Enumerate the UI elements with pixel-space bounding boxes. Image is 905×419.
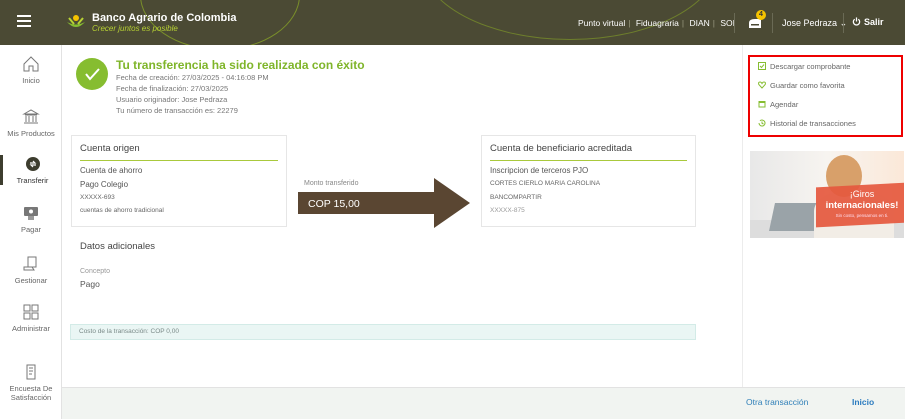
beneficiary-number: XXXXX-875 — [490, 207, 525, 214]
survey-icon — [26, 364, 36, 380]
grid-icon — [23, 304, 39, 320]
manage-icon — [23, 256, 37, 271]
creation-date: Fecha de creación: 27/03/2025 - 04:16:08… — [116, 73, 269, 82]
brand-name: Banco Agrario de Colombia — [92, 12, 237, 24]
success-check-icon — [76, 58, 108, 90]
sidebar-item-transferir[interactable]: Transferir — [0, 155, 62, 185]
divider — [772, 13, 773, 33]
promo-line1: ¡Giros — [849, 189, 875, 199]
beneficiary-account-card: Cuenta de beneficiario acreditada Inscri… — [481, 135, 696, 227]
link-soi[interactable]: SOI — [720, 18, 735, 28]
menu-icon[interactable] — [17, 15, 31, 27]
bank-icon — [22, 109, 40, 124]
home-icon — [23, 56, 39, 72]
divider — [734, 13, 735, 33]
sidebar-item-label: Inicio — [22, 76, 40, 85]
account-number: XXXXX-693 — [80, 194, 115, 201]
sidebar-item-label: Encuesta De Satisfacción — [9, 384, 53, 402]
promo-line2: internacionales! — [825, 200, 899, 211]
account-product: cuentas de ahorro tradicional — [80, 207, 164, 214]
sidebar-item-label: Mis Productos — [7, 129, 55, 138]
action-label: Historial de transacciones — [770, 119, 856, 128]
amount-value: COP 15,00 — [308, 198, 360, 210]
user-name: Jose Pedraza — [782, 18, 838, 28]
sidebar-item-label: Pagar — [20, 225, 41, 234]
top-header: Banco Agrario de Colombia Crecer juntos … — [0, 0, 905, 45]
beneficiary-name: CORTES CIERLO MARIA CAROLINA — [490, 180, 601, 187]
right-panel: Descargar comprobante Guardar como favor… — [742, 45, 905, 387]
sidebar-item-gestionar[interactable]: Gestionar — [0, 255, 62, 285]
transaction-cost: Costo de la transacción: COP 0,00 — [70, 324, 696, 340]
link-fiduagraria[interactable]: Fiduagraria — [636, 18, 679, 28]
history-icon — [758, 119, 766, 127]
other-transaction-button[interactable]: Otra transacción — [746, 397, 808, 407]
finish-date: Fecha de finalización: 27/03/2025 — [116, 84, 229, 93]
pay-icon — [24, 207, 38, 220]
additional-data-title: Datos adicionales — [80, 241, 155, 252]
link-dian[interactable]: DIAN — [689, 18, 709, 28]
sidebar: Inicio Mis Productos Transferir Pagar Ge… — [0, 45, 62, 419]
transaction-number: Tu número de transacción es: 22279 — [116, 106, 238, 115]
promo-line3: Sin costo, pensamos en ti. — [835, 213, 889, 218]
download-receipt-button[interactable]: Descargar comprobante — [758, 62, 850, 71]
sidebar-item-label: Gestionar — [14, 276, 48, 285]
action-label: Agendar — [770, 100, 799, 109]
logout-label: Salir — [864, 17, 884, 27]
brand-slogan: Crecer juntos es posible — [92, 24, 178, 33]
divider — [80, 160, 278, 161]
originator: Usuario originador: Jose Pedraza — [116, 95, 228, 104]
promo-banner[interactable]: ¡Giros internacionales! Sin costo, pensa… — [750, 151, 904, 238]
sidebar-item-label: Transferir — [16, 176, 49, 185]
schedule-button[interactable]: Agendar — [758, 100, 798, 109]
heart-icon — [758, 81, 766, 89]
top-links: Punto virtual | Fiduagraria | DIAN | SOI — [578, 18, 735, 28]
account-alias: Pago Colegio — [80, 180, 129, 189]
action-label: Guardar como favorita — [770, 81, 845, 90]
actions-box: Descargar comprobante Guardar como favor… — [748, 55, 903, 137]
sidebar-item-encuesta[interactable]: Encuesta De Satisfacción — [0, 363, 62, 402]
bank-logo-icon — [67, 15, 85, 27]
logout-button[interactable]: Salir — [852, 17, 884, 27]
sidebar-item-inicio[interactable]: Inicio — [0, 55, 62, 85]
home-button[interactable]: Inicio — [852, 397, 874, 407]
card-title: Cuenta de beneficiario acreditada — [490, 143, 633, 154]
account-type: Cuenta de ahorro — [80, 166, 143, 175]
sidebar-item-label: Administrar — [12, 324, 50, 333]
transfer-icon — [25, 157, 40, 171]
history-button[interactable]: Historial de transacciones — [758, 119, 856, 128]
divider — [490, 160, 687, 161]
concept-value: Pago — [80, 279, 100, 289]
footer-bar: Otra transacción Inicio — [62, 387, 905, 419]
power-icon — [852, 17, 861, 26]
beneficiary-type: Inscripcion de terceros PJO — [490, 166, 589, 175]
notification-badge: 4 — [756, 10, 766, 20]
user-menu[interactable]: Jose Pedraza ⌄ — [782, 18, 847, 29]
sidebar-item-administrar[interactable]: Administrar — [0, 303, 62, 333]
origin-account-card: Cuenta origen Cuenta de ahorro Pago Cole… — [71, 135, 287, 227]
sidebar-item-mis-productos[interactable]: Mis Productos — [0, 108, 62, 138]
success-title: Tu transferencia ha sido realizada con é… — [116, 58, 365, 72]
divider — [843, 13, 844, 33]
link-punto-virtual[interactable]: Punto virtual — [578, 18, 625, 28]
action-label: Descargar comprobante — [770, 62, 851, 71]
calendar-icon — [758, 101, 766, 108]
concept-label: Concepto — [80, 268, 110, 275]
beneficiary-bank: BANCOMPARTIR — [490, 194, 542, 201]
save-favorite-button[interactable]: Guardar como favorita — [758, 81, 845, 90]
sidebar-item-pagar[interactable]: Pagar — [0, 204, 62, 234]
download-icon — [758, 62, 766, 70]
main-panel: Tu transferencia ha sido realizada con é… — [62, 45, 742, 387]
card-title: Cuenta origen — [80, 143, 140, 154]
